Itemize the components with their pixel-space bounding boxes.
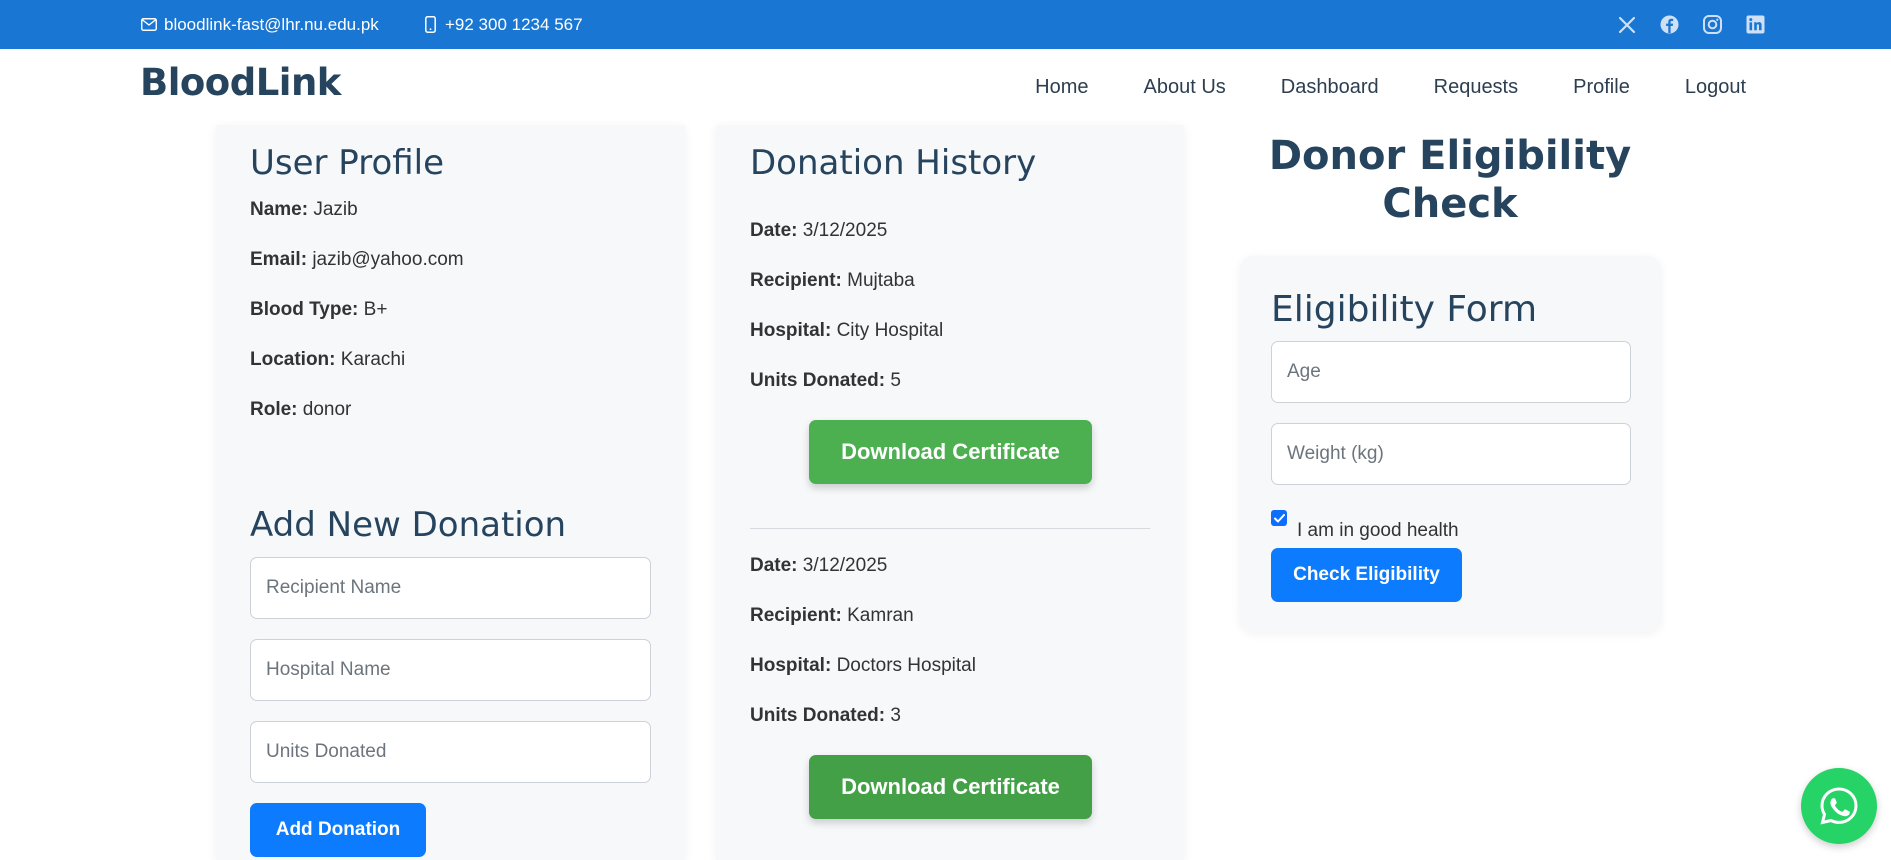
profile-location-row: Location: Karachi — [250, 349, 405, 371]
social-links — [1617, 0, 1765, 49]
history-entry-2-date: Date: 3/12/2025 — [750, 555, 887, 577]
history-entry-1-hospital: Hospital: City Hospital — [750, 320, 943, 342]
nav-profile[interactable]: Profile — [1573, 76, 1630, 99]
good-health-label[interactable]: I am in good health — [1297, 520, 1459, 542]
units-donated-input[interactable] — [250, 721, 651, 783]
recipient-label: Recipient: — [750, 605, 848, 626]
recipient-value: Kamran — [847, 605, 914, 626]
recipient-value: Mujtaba — [847, 270, 915, 291]
profile-email-label: Email: — [250, 249, 313, 270]
recipient-label: Recipient: — [750, 270, 848, 291]
nav-logout[interactable]: Logout — [1685, 76, 1746, 99]
history-entry-1-units: Units Donated: 5 — [750, 370, 901, 392]
profile-blood-row: Blood Type: B+ — [250, 299, 387, 321]
download-certificate-button-1[interactable]: Download Certificate — [809, 420, 1092, 484]
nav-home[interactable]: Home — [1035, 76, 1088, 99]
user-profile-title: User Profile — [250, 143, 445, 183]
history-entry-2-hospital: Hospital: Doctors Hospital — [750, 655, 976, 677]
units-label: Units Donated: — [750, 705, 891, 726]
donor-eligibility-heading: Donor Eligibility Check — [1235, 132, 1665, 228]
hospital-label: Hospital: — [750, 320, 837, 341]
hospital-value: City Hospital — [836, 320, 944, 341]
units-value: 5 — [890, 370, 901, 391]
eligibility-heading-line1: Donor Eligibility — [1268, 133, 1632, 179]
history-entry-2-recipient: Recipient: Kamran — [750, 605, 914, 627]
date-value: 3/12/2025 — [802, 220, 888, 241]
date-value: 3/12/2025 — [802, 555, 888, 576]
profile-name-label: Name: — [250, 199, 314, 220]
history-entry-2-units: Units Donated: 3 — [750, 705, 901, 727]
contact-phone-text: +92 300 1234 567 — [445, 14, 583, 34]
profile-location-value: Karachi — [340, 349, 406, 370]
main-navbar: BloodLink Home About Us Dashboard Reques… — [0, 49, 1891, 125]
profile-email-row: Email: jazib@yahoo.com — [250, 249, 464, 271]
units-value: 3 — [890, 705, 901, 726]
nav-links: Home About Us Dashboard Requests Profile… — [1035, 49, 1746, 125]
weight-input[interactable] — [1271, 423, 1631, 485]
hospital-label: Hospital: — [750, 655, 837, 676]
history-entry-1-recipient: Recipient: Mujtaba — [750, 270, 915, 292]
profile-blood-value: B+ — [363, 299, 388, 320]
nav-requests[interactable]: Requests — [1434, 76, 1519, 99]
history-divider — [750, 528, 1150, 529]
date-label: Date: — [750, 555, 803, 576]
contact-email[interactable]: bloodlink-fast@lhr.nu.edu.pk — [140, 0, 379, 49]
hospital-value: Doctors Hospital — [836, 655, 976, 676]
recipient-name-input[interactable] — [250, 557, 651, 619]
units-label: Units Donated: — [750, 370, 891, 391]
profile-email-value: jazib@yahoo.com — [312, 249, 464, 270]
nav-about-us[interactable]: About Us — [1144, 76, 1226, 99]
profile-blood-label: Blood Type: — [250, 299, 364, 320]
profile-name-row: Name: Jazib — [250, 199, 358, 221]
instagram-icon[interactable] — [1703, 15, 1722, 34]
linkedin-icon[interactable] — [1746, 15, 1765, 34]
contact-phone[interactable]: +92 300 1234 567 — [421, 0, 583, 49]
whatsapp-icon — [1820, 787, 1858, 825]
top-contact-bar: bloodlink-fast@lhr.nu.edu.pk +92 300 123… — [0, 0, 1891, 49]
whatsapp-chat-button[interactable] — [1801, 768, 1877, 844]
contact-email-text: bloodlink-fast@lhr.nu.edu.pk — [164, 14, 379, 34]
check-eligibility-button[interactable]: Check Eligibility — [1271, 548, 1462, 602]
add-donation-button[interactable]: Add Donation — [250, 803, 426, 857]
profile-role-row: Role: donor — [250, 399, 351, 421]
profile-location-label: Location: — [250, 349, 341, 370]
profile-name-value: Jazib — [313, 199, 358, 220]
add-donation-title: Add New Donation — [250, 505, 567, 545]
brand-logo[interactable]: BloodLink — [140, 61, 341, 104]
phone-icon — [421, 16, 439, 34]
age-input[interactable] — [1271, 341, 1631, 403]
checkmark-icon — [1273, 513, 1285, 522]
download-certificate-button-2[interactable]: Download Certificate — [809, 755, 1092, 819]
envelope-icon — [140, 16, 158, 34]
history-entry-1-date: Date: 3/12/2025 — [750, 220, 887, 242]
hospital-name-input[interactable] — [250, 639, 651, 701]
nav-dashboard[interactable]: Dashboard — [1281, 76, 1379, 99]
eligibility-form-title: Eligibility Form — [1271, 289, 1538, 330]
eligibility-heading-line2: Check — [1382, 181, 1518, 227]
x-icon[interactable] — [1617, 15, 1636, 34]
good-health-checkbox[interactable] — [1271, 510, 1287, 526]
profile-role-label: Role: — [250, 399, 303, 420]
date-label: Date: — [750, 220, 803, 241]
profile-role-value: donor — [302, 399, 352, 420]
donation-history-title: Donation History — [750, 143, 1037, 183]
facebook-icon[interactable] — [1660, 15, 1679, 34]
